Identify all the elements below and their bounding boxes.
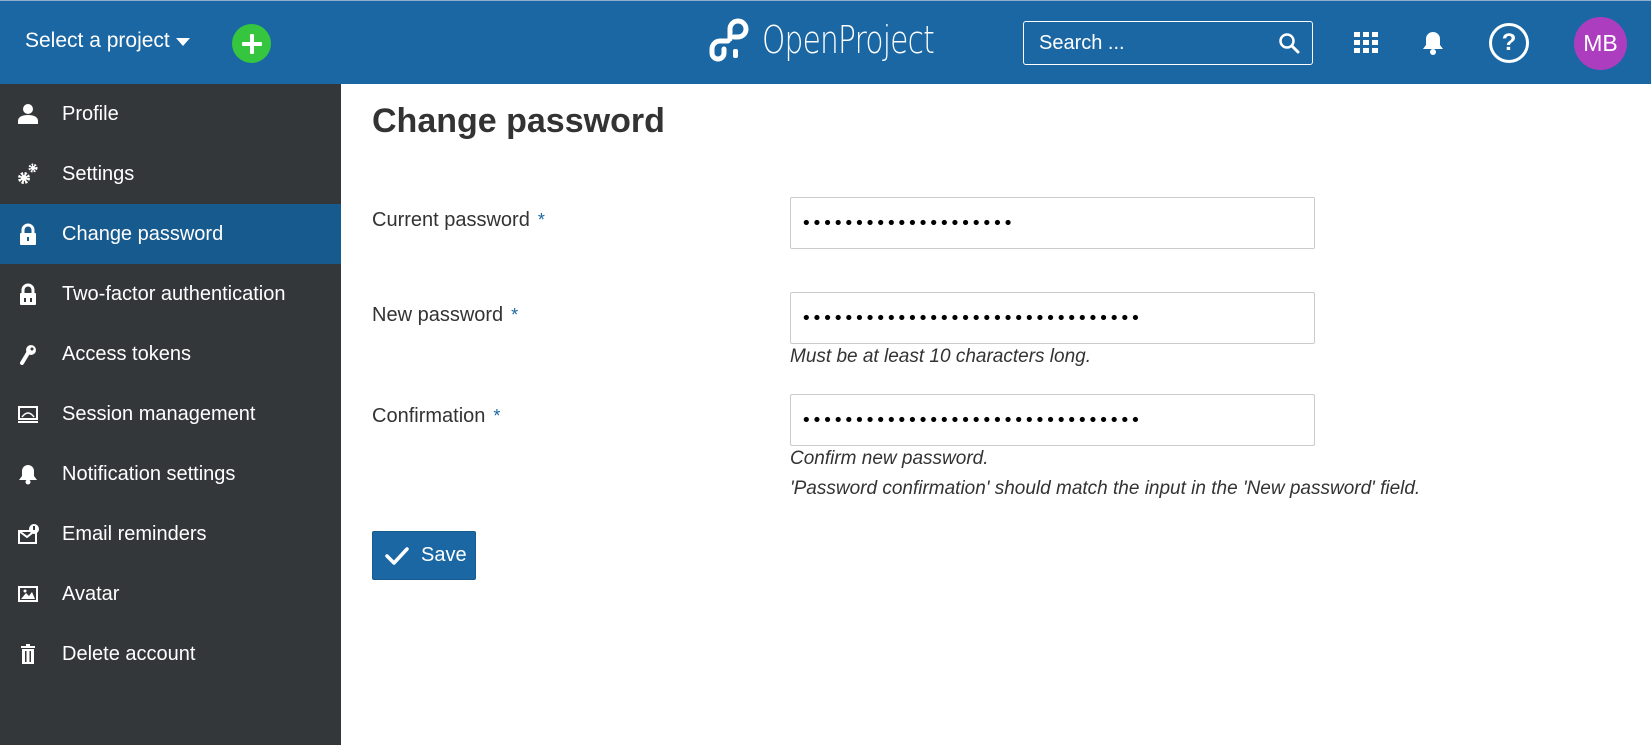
top-header: Select a project OpenProject ? MB [0,0,1651,84]
save-button[interactable]: Save [372,531,476,580]
current-password-label: Current password * [372,209,545,232]
project-select-label: Select a project [25,29,170,52]
sidebar-item-label: Avatar [62,582,120,605]
search-icon[interactable] [1278,32,1300,54]
current-password-input[interactable] [790,197,1315,249]
field-label-text: New password [372,304,504,326]
confirmation-label: Confirmation * [372,405,500,428]
sidebar-item-label: Change password [62,222,224,245]
sidebar-item-profile[interactable]: Profile [0,84,341,144]
avatar-initials: MB [1583,30,1618,56]
sidebar-item-session-management[interactable]: Session management [0,384,341,444]
new-password-hint: Must be at least 10 characters long. [790,346,1091,367]
sidebar-item-label: Session management [62,402,256,425]
openproject-logo[interactable]: OpenProject [706,17,983,63]
required-asterisk: * [537,210,545,230]
add-button[interactable] [232,24,271,63]
sidebar-item-label: Access tokens [62,342,191,365]
bell-icon [17,463,39,485]
search-box[interactable] [1023,21,1313,65]
sidebar: Profile Settings Change password Two-fac… [0,84,341,745]
image-icon [17,583,39,605]
grid-icon [1354,32,1378,53]
field-label-text: Current password [372,209,530,231]
notifications-button[interactable] [1422,30,1444,56]
sidebar-item-label: Two-factor authentication [62,282,286,305]
new-password-label: New password * [372,304,518,327]
main-content: Change password Current password * New pa… [341,84,1651,745]
sidebar-item-label: Notification settings [62,462,236,485]
search-input[interactable] [1039,31,1269,55]
sidebar-item-change-password[interactable]: Change password [0,204,341,264]
question-mark-icon: ? [1501,29,1517,56]
sidebar-item-settings[interactable]: Settings [0,144,341,204]
user-icon [17,103,39,125]
help-button[interactable]: ? [1489,23,1529,63]
required-asterisk: * [511,305,519,325]
new-password-input[interactable] [790,292,1315,344]
confirmation-input[interactable] [790,394,1315,446]
confirmation-hint: Confirm new password. [790,448,989,469]
sidebar-item-label: Profile [62,102,119,125]
session-monitor-icon [17,403,39,425]
confirmation-match-hint: 'Password confirmation' should match the… [790,478,1421,499]
sidebar-item-label: Email reminders [62,522,207,545]
sidebar-item-access-tokens[interactable]: Access tokens [0,324,341,384]
logo-text: OpenProject [762,18,935,62]
sidebar-item-email-reminders[interactable]: Email reminders [0,504,341,564]
checkmark-icon [385,546,409,565]
gears-icon [17,163,39,185]
modules-grid-button[interactable] [1354,32,1378,54]
bell-icon [1423,32,1443,55]
save-button-label: Save [421,544,467,566]
lock-icon [17,223,39,245]
caret-down-icon [175,38,190,46]
sidebar-item-delete-account[interactable]: Delete account [0,624,341,684]
page-title: Change password [372,102,665,140]
plus-icon [241,33,262,54]
sidebar-item-notification-settings[interactable]: Notification settings [0,444,341,504]
sidebar-item-label: Settings [62,162,135,185]
two-factor-lock-icon [17,283,39,305]
sidebar-item-avatar[interactable]: Avatar [0,564,341,624]
trash-icon [17,643,39,665]
email-reminder-icon [17,523,39,545]
sidebar-item-label: Delete account [62,642,196,665]
project-select-dropdown[interactable]: Select a project [25,29,190,53]
openproject-logo-icon [709,18,749,62]
sidebar-item-two-factor-authentication[interactable]: Two-factor authentication [0,264,341,324]
field-label-text: Confirmation [372,405,486,427]
required-asterisk: * [493,406,501,426]
key-icon [17,343,39,365]
user-avatar[interactable]: MB [1574,17,1627,70]
